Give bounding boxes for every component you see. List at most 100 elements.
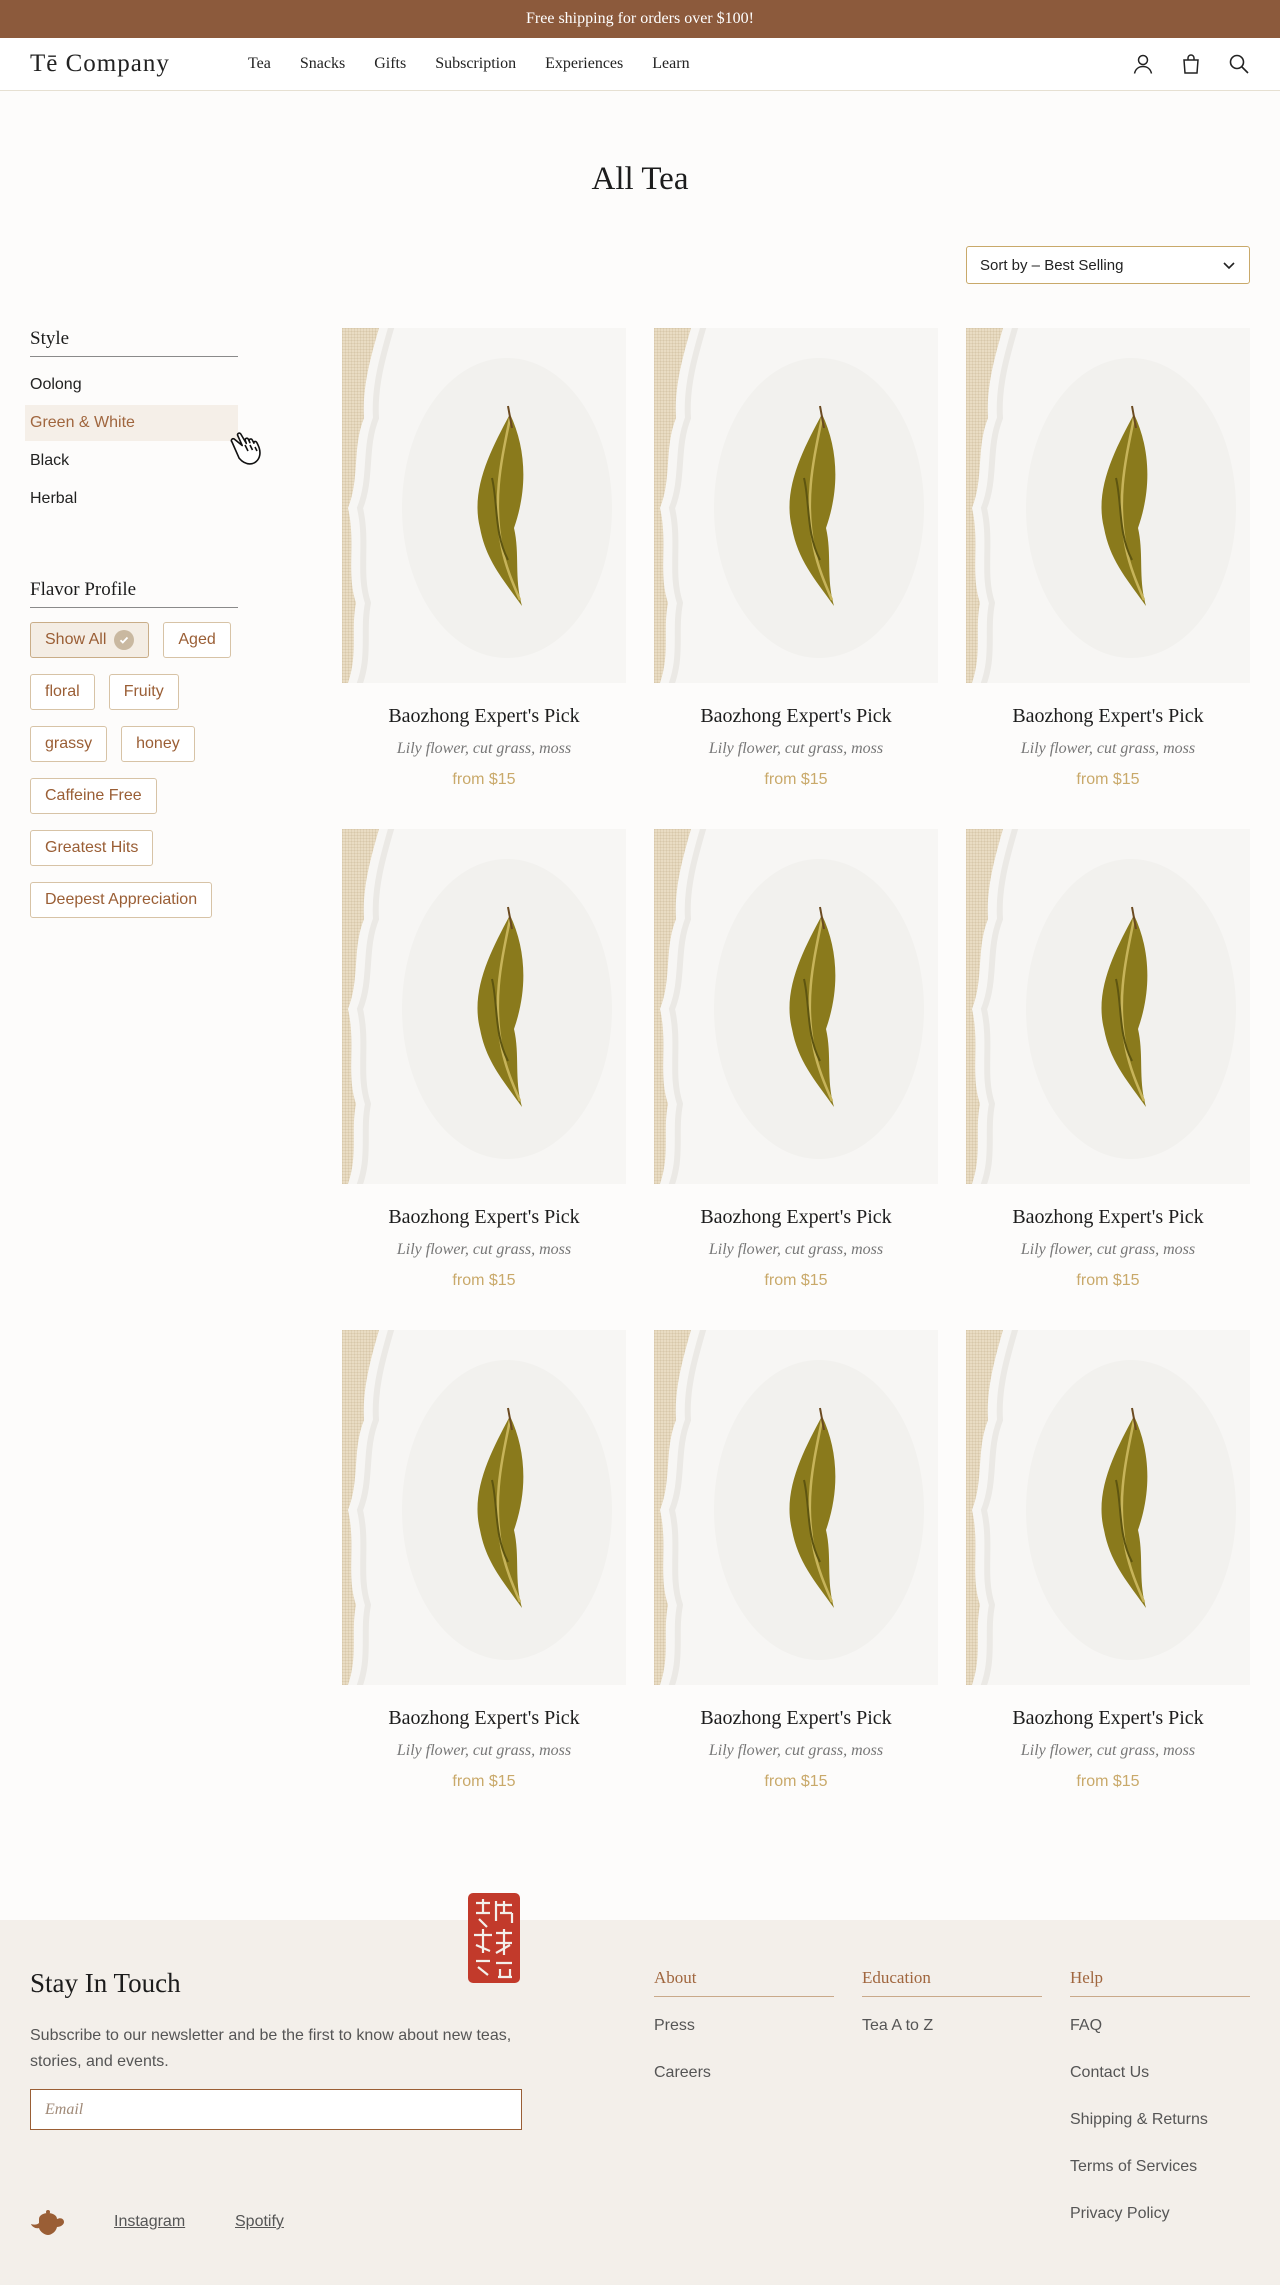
search-icon[interactable] (1228, 53, 1250, 75)
footer-heading-about: About (654, 1968, 834, 1997)
site-header: Tē Company Tea Snacks Gifts Subscription… (0, 38, 1280, 91)
chip-label: Show All (45, 631, 107, 648)
product-price: from $15 (1076, 1272, 1140, 1289)
email-field[interactable] (30, 2089, 522, 2130)
footer-link-tea-a-to-z[interactable]: Tea A to Z (862, 2011, 1042, 2058)
product-image[interactable] (342, 1330, 626, 1685)
product-notes: Lily flower, cut grass, moss (708, 1241, 884, 1258)
spotify-link[interactable]: Spotify (235, 2213, 284, 2231)
chip-fruity[interactable]: Fruity (108, 674, 179, 710)
product-image[interactable] (342, 829, 626, 1184)
product-name[interactable]: Baozhong Expert's Pick (342, 1206, 626, 1229)
product-name[interactable]: Baozhong Expert's Pick (654, 1206, 938, 1229)
header-icons (1132, 53, 1250, 75)
nav-snacks[interactable]: Snacks (300, 55, 345, 73)
product-notes: Lily flower, cut grass, moss (1020, 1742, 1196, 1759)
product-price: from $15 (452, 1773, 516, 1790)
product-name[interactable]: Baozhong Expert's Pick (966, 1707, 1250, 1730)
chip-aged[interactable]: Aged (163, 622, 231, 658)
product-card[interactable]: Baozhong Expert's Pick Lily flower, cut … (342, 1330, 626, 1791)
product-notes: Lily flower, cut grass, moss (396, 740, 572, 757)
product-card[interactable]: Baozhong Expert's Pick Lily flower, cut … (966, 328, 1250, 789)
product-name[interactable]: Baozhong Expert's Pick (342, 1707, 626, 1730)
product-image[interactable] (966, 328, 1250, 683)
style-item-herbal[interactable]: Herbal (30, 481, 238, 517)
page-title: All Tea (591, 161, 689, 197)
seal-logo (466, 1891, 522, 1985)
product-card[interactable]: Baozhong Expert's Pick Lily flower, cut … (654, 328, 938, 789)
product-card[interactable]: Baozhong Expert's Pick Lily flower, cut … (654, 829, 938, 1290)
nav-learn[interactable]: Learn (652, 55, 689, 73)
footer-heading-education: Education (862, 1968, 1042, 1997)
hand-cursor-icon (226, 428, 270, 474)
sort-label: Sort by – Best Selling (980, 256, 1124, 274)
footer-link-privacy[interactable]: Privacy Policy (1070, 2199, 1250, 2246)
footer-link-terms[interactable]: Terms of Services (1070, 2152, 1250, 2199)
style-list: Oolong Green & White Black Herbal (25, 367, 238, 517)
chip-caffeine-free[interactable]: Caffeine Free (30, 778, 157, 814)
footer-heading-help: Help (1070, 1968, 1250, 1997)
check-icon (114, 630, 135, 650)
product-card[interactable]: Baozhong Expert's Pick Lily flower, cut … (342, 328, 626, 789)
account-icon[interactable] (1132, 53, 1154, 75)
footer-col-about: About Press Careers (654, 1968, 834, 2105)
product-name[interactable]: Baozhong Expert's Pick (654, 705, 938, 728)
product-name[interactable]: Baozhong Expert's Pick (966, 1206, 1250, 1229)
product-image[interactable] (654, 1330, 938, 1685)
sort-dropdown[interactable]: Sort by – Best Selling (966, 246, 1250, 284)
style-heading: Style (30, 328, 238, 357)
product-price: from $15 (764, 771, 828, 788)
nav-subscription[interactable]: Subscription (435, 55, 516, 73)
chevron-down-icon (1222, 258, 1236, 272)
style-item-oolong[interactable]: Oolong (30, 367, 238, 403)
footer-link-press[interactable]: Press (654, 2011, 834, 2058)
product-image[interactable] (654, 328, 938, 683)
product-card[interactable]: Baozhong Expert's Pick Lily flower, cut … (654, 1330, 938, 1791)
footer-link-faq[interactable]: FAQ (1070, 2011, 1250, 2058)
product-price: from $15 (452, 1272, 516, 1289)
product-price: from $15 (1076, 1773, 1140, 1790)
product-name[interactable]: Baozhong Expert's Pick (966, 705, 1250, 728)
product-name[interactable]: Baozhong Expert's Pick (342, 705, 626, 728)
product-price: from $15 (764, 1773, 828, 1790)
product-notes: Lily flower, cut grass, moss (1020, 740, 1196, 757)
chip-show-all[interactable]: Show All (30, 622, 150, 658)
flavor-heading: Flavor Profile (30, 579, 238, 608)
product-card[interactable]: Baozhong Expert's Pick Lily flower, cut … (966, 1330, 1250, 1791)
chip-deepest-appreciation[interactable]: Deepest Appreciation (30, 882, 213, 918)
nav-gifts[interactable]: Gifts (374, 55, 406, 73)
chip-honey[interactable]: honey (121, 726, 195, 762)
product-price: from $15 (452, 771, 516, 788)
product-price: from $15 (1076, 771, 1140, 788)
product-image[interactable] (966, 1330, 1250, 1685)
flavor-chips: Show All Aged floral Fruity grassy honey (30, 622, 260, 918)
product-card[interactable]: Baozhong Expert's Pick Lily flower, cut … (342, 829, 626, 1290)
logo[interactable]: Tē Company (30, 50, 240, 78)
style-item-black[interactable]: Black (30, 443, 238, 479)
announcement-text: Free shipping for orders over $100! (526, 10, 754, 27)
chip-floral[interactable]: floral (30, 674, 95, 710)
product-image[interactable] (342, 328, 626, 683)
product-image[interactable] (654, 829, 938, 1184)
bag-icon[interactable] (1180, 53, 1202, 75)
style-item-green-white[interactable]: Green & White (25, 405, 238, 441)
teapot-icon (30, 2209, 66, 2237)
footer-link-contact[interactable]: Contact Us (1070, 2058, 1250, 2105)
filter-sidebar: Style Oolong Green & White Black Herbal … (25, 328, 238, 918)
chip-grassy[interactable]: grassy (30, 726, 108, 762)
instagram-link[interactable]: Instagram (114, 2213, 185, 2231)
newsletter-title: Stay In Touch (30, 1968, 181, 1998)
nav-tea[interactable]: Tea (248, 55, 271, 73)
footer-link-careers[interactable]: Careers (654, 2058, 834, 2105)
footer-link-shipping[interactable]: Shipping & Returns (1070, 2105, 1250, 2152)
product-card[interactable]: Baozhong Expert's Pick Lily flower, cut … (966, 829, 1250, 1290)
product-name[interactable]: Baozhong Expert's Pick (654, 1707, 938, 1730)
product-notes: Lily flower, cut grass, moss (708, 740, 884, 757)
product-notes: Lily flower, cut grass, moss (708, 1742, 884, 1759)
product-image[interactable] (966, 829, 1250, 1184)
nav-experiences[interactable]: Experiences (545, 55, 623, 73)
flavor-block: Flavor Profile Show All Aged floral Frui… (30, 579, 238, 918)
chip-greatest-hits[interactable]: Greatest Hits (30, 830, 154, 866)
newsletter-text: Subscribe to our newsletter and be the f… (30, 2027, 512, 2070)
footer-col-education: Education Tea A to Z (862, 1968, 1042, 2058)
